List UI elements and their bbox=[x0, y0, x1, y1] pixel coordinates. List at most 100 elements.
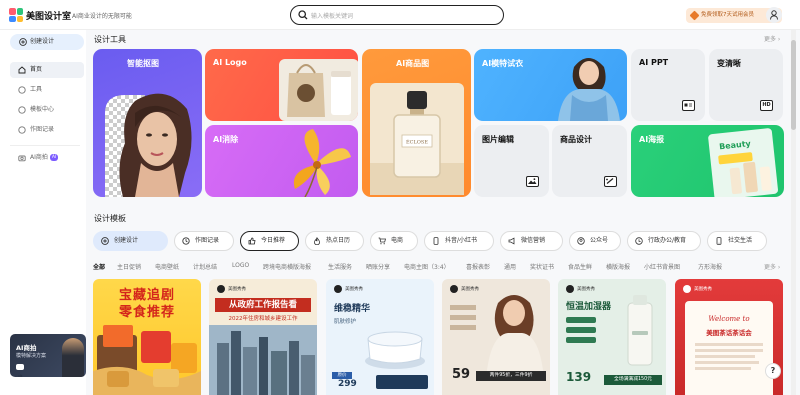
logo-bag-image bbox=[279, 59, 358, 121]
sidebar-item-history[interactable]: 作图记录 bbox=[10, 122, 84, 138]
category-tab[interactable]: 跨境电商横版海报 bbox=[263, 262, 311, 271]
template-promo: 全场满满减150元 bbox=[604, 375, 662, 385]
tool-card-enhance[interactable]: 变清晰 HD bbox=[709, 49, 783, 121]
snacks-image bbox=[93, 325, 201, 395]
feature-tag bbox=[566, 337, 596, 343]
more-label: 更多 bbox=[764, 264, 777, 271]
tool-card-ai-erase[interactable]: AI消除 bbox=[205, 125, 358, 197]
design-tools-title: 设计工具 bbox=[94, 35, 126, 44]
brand-logo-icon bbox=[683, 285, 691, 293]
chip-douyin-xiaohongshu[interactable]: 抖音/小红书 bbox=[424, 231, 494, 251]
user-avatar[interactable] bbox=[766, 7, 782, 23]
category-tab[interactable]: 奖状证书 bbox=[530, 262, 554, 271]
search-input[interactable]: 输入模板关键词 bbox=[290, 5, 504, 25]
chip-social-life[interactable]: 社交生活 bbox=[707, 231, 767, 251]
city-skyline-image bbox=[209, 325, 317, 395]
thumbs-up-icon bbox=[248, 237, 256, 245]
chip-ecommerce[interactable]: 电商 bbox=[370, 231, 418, 251]
tool-card-image-edit[interactable]: 图片编辑 bbox=[474, 125, 549, 197]
template-brand: 美图秀秀 bbox=[694, 287, 712, 292]
scrollbar-thumb[interactable] bbox=[791, 40, 796, 130]
category-tab[interactable]: 小红书背景图 bbox=[644, 262, 680, 271]
tool-card-product-design[interactable]: 商品设计 bbox=[552, 125, 627, 197]
category-tab[interactable]: LOGO bbox=[232, 262, 249, 269]
tool-card-ai-logo[interactable]: AI Logo bbox=[205, 49, 358, 121]
template-title: 从政府工作报告看 bbox=[215, 298, 311, 312]
page-scrollbar[interactable] bbox=[791, 30, 796, 395]
template-price: 139 bbox=[566, 370, 592, 384]
sidebar-item-ai-shoot[interactable]: AI商拍 AI bbox=[10, 150, 84, 166]
search-icon bbox=[298, 10, 308, 20]
template-promo: 两件95折，三件9折 bbox=[476, 371, 546, 381]
template-brand: 美图秀秀 bbox=[228, 287, 246, 292]
tool-card-smart-cutout[interactable]: 智能抠图 bbox=[93, 49, 202, 197]
sidebar-item-tools[interactable]: 工具 bbox=[10, 82, 84, 98]
template-icon bbox=[18, 106, 26, 114]
category-tab[interactable]: 生活服务 bbox=[328, 262, 352, 271]
chip-label: 公众号 bbox=[590, 237, 609, 244]
tool-card-ai-model-tryon[interactable]: AI模特试衣 bbox=[474, 49, 627, 121]
template-card-serum[interactable]: 美图秀秀 维稳精华 肌肤修护 原价 299 bbox=[326, 279, 434, 395]
sidebar-item-home[interactable]: 首页 bbox=[10, 62, 84, 78]
vip-trial-label: 免费领取7天试用会员 bbox=[701, 12, 754, 18]
chip-wechat-marketing[interactable]: 微信营销 bbox=[500, 231, 563, 251]
template-card-tea-party[interactable]: 美图秀秀 Welcome to 美图茶话茶话会 bbox=[675, 279, 783, 395]
perfume-bottle-image: ÉCLOSE bbox=[370, 83, 464, 195]
category-tab[interactable]: 晒账分享 bbox=[366, 262, 390, 271]
chip-create-design[interactable]: 创建设计 bbox=[93, 231, 168, 251]
category-tab[interactable]: 横版海报 bbox=[606, 262, 630, 271]
cream-jar-image bbox=[365, 331, 425, 369]
design-tools-more-link[interactable]: 更多 › bbox=[764, 34, 780, 43]
chip-hot-calendar[interactable]: 热点日历 bbox=[305, 231, 364, 251]
chip-office-education[interactable]: 行政办公/教育 bbox=[627, 231, 701, 251]
design-templates-more-link[interactable]: 更多 › bbox=[764, 262, 780, 271]
model-tryon-image bbox=[558, 58, 620, 121]
briefcase-icon bbox=[635, 237, 643, 245]
tool-card-ai-ppt[interactable]: AI PPT bbox=[631, 49, 705, 121]
tool-card-label: AI消除 bbox=[213, 135, 239, 144]
category-tab[interactable]: 主日促销 bbox=[117, 262, 141, 271]
template-brand: 美图秀秀 bbox=[345, 287, 363, 292]
model-photo bbox=[62, 338, 84, 377]
flame-icon bbox=[313, 237, 321, 245]
tool-card-label: AI海报 bbox=[639, 135, 665, 144]
chip-history[interactable]: 作图记录 bbox=[174, 231, 234, 251]
category-tab[interactable]: 电商主图（3:4） bbox=[404, 262, 450, 271]
template-brand: 美图秀秀 bbox=[461, 287, 479, 292]
category-tab[interactable]: 方形海报 bbox=[698, 262, 722, 271]
chip-today-recommend[interactable]: 今日推荐 bbox=[240, 231, 299, 251]
template-card-fashion[interactable]: 美图秀秀 59 两件95折，三件9折 bbox=[442, 279, 550, 395]
chip-label: 电商 bbox=[391, 237, 404, 244]
category-tab[interactable]: 计划总结 bbox=[193, 262, 217, 271]
chip-label: 作图记录 bbox=[195, 237, 220, 244]
template-card-humidifier[interactable]: 美图秀秀 恒温加湿器 139 全场满满减150元 bbox=[558, 279, 666, 395]
tool-card-label: 图片编辑 bbox=[482, 135, 514, 144]
sidebar-divider bbox=[10, 145, 80, 146]
template-subtitle: 肌肤修护 bbox=[334, 319, 357, 325]
app-name[interactable]: 美图设计室 bbox=[26, 9, 71, 22]
chip-official-account[interactable]: 公众号 bbox=[569, 231, 621, 251]
arrow-right-icon bbox=[16, 364, 24, 377]
category-all[interactable]: 全部 bbox=[93, 262, 105, 271]
tool-card-ai-poster[interactable]: AI海报 Beauty bbox=[631, 125, 784, 197]
app-logo-icon[interactable] bbox=[9, 8, 23, 22]
tool-card-ai-product-image[interactable]: AI商品图 ÉCLOSE bbox=[362, 49, 471, 197]
feature-tag bbox=[566, 317, 596, 323]
help-button[interactable]: ? bbox=[765, 363, 781, 379]
tool-card-label: AI商品图 bbox=[396, 59, 430, 68]
create-design-button[interactable]: 创建设计 bbox=[10, 34, 84, 50]
chip-label: 行政办公/教育 bbox=[648, 237, 687, 244]
template-card-gov-report[interactable]: 美图秀秀 从政府工作报告看 2022年住房和城乡建设工作 bbox=[209, 279, 317, 395]
promo-subtitle: 模特解决方案 bbox=[16, 353, 47, 359]
category-tab[interactable]: 电商壁纸 bbox=[155, 262, 179, 271]
category-tab[interactable]: 喜报表彰 bbox=[466, 262, 490, 271]
category-tab[interactable]: 食品生鲜 bbox=[568, 262, 592, 271]
ai-shoot-promo-card[interactable]: AI商拍 模特解决方案 bbox=[10, 334, 86, 377]
template-card-snacks[interactable]: 宝藏追剧 零食推荐 bbox=[93, 279, 201, 395]
category-tab[interactable]: 通用 bbox=[504, 262, 516, 271]
sidebar-item-templates[interactable]: 模板中心 bbox=[10, 102, 84, 118]
text-line bbox=[450, 305, 476, 310]
megaphone-icon bbox=[508, 237, 515, 245]
template-title: Welcome to bbox=[708, 315, 750, 323]
text-line bbox=[695, 361, 759, 364]
